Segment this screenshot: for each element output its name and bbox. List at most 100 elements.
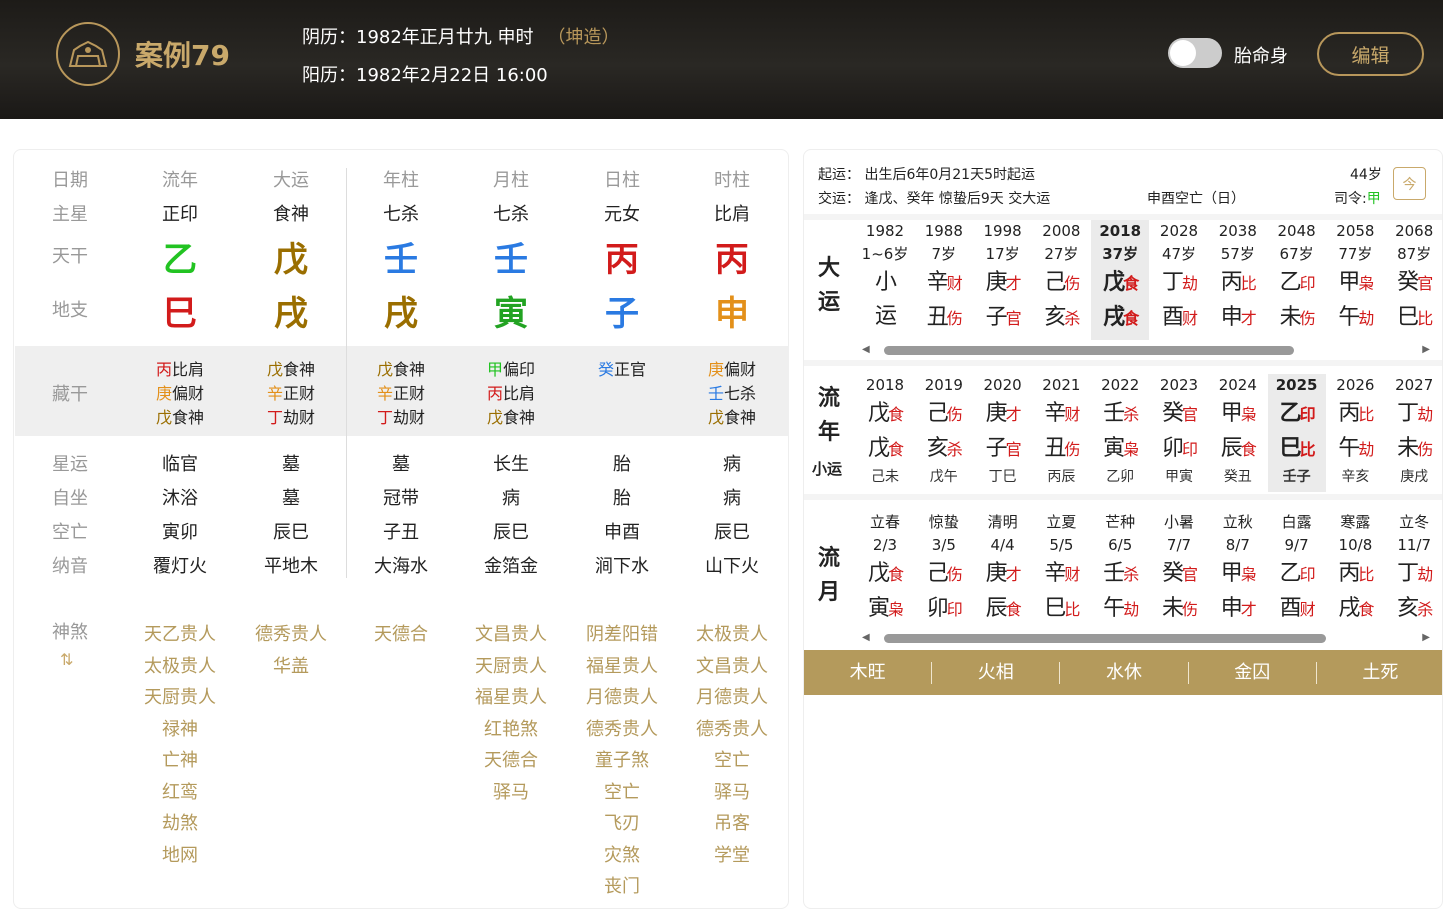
xingyun: 长生: [493, 454, 529, 475]
xiaoyun-value: 乙卯: [1106, 469, 1135, 485]
dayun-stem: 小: [856, 266, 914, 300]
dayun-year: 2038: [1218, 222, 1257, 240]
calendar-icon[interactable]: 今: [1393, 167, 1426, 200]
pillar-title: 流年: [162, 170, 198, 191]
gender-tag: （坤造）: [547, 27, 620, 48]
dayun-stem: 辛财: [915, 266, 973, 301]
liunian-column[interactable]: 2026 丙比 午劫 辛亥: [1326, 374, 1384, 492]
dayun-year: 1982: [865, 222, 905, 240]
shensha-item: 太极贵人: [696, 624, 768, 645]
dayun-branch-god: 才: [1240, 309, 1257, 328]
hidden-stem: 丁劫财: [267, 404, 315, 428]
liunian-column[interactable]: 2021 辛财 丑伤 丙辰: [1032, 374, 1090, 492]
scroll-right-icon[interactable]: ▶: [1422, 344, 1430, 355]
dayun-scrollbar[interactable]: ◀ ▶: [862, 344, 1430, 356]
scroll-thumb[interactable]: [884, 634, 1326, 643]
row-label: 地支: [52, 300, 88, 321]
dayun-column[interactable]: 2058 77岁 甲枭 午劫: [1326, 220, 1384, 340]
dayun-column[interactable]: 2018 37岁 戊食 戌食: [1091, 220, 1150, 340]
liuyue-column[interactable]: 小暑 7/7 癸官 未伤: [1150, 511, 1208, 631]
siling-label: 司令:: [1334, 191, 1367, 207]
hidden-stem-char: 丁: [266, 408, 283, 427]
earthly-branch: 戌: [274, 294, 308, 334]
liuyue-branch-god: 枭: [888, 600, 904, 619]
liuyue-stem-god: 财: [1064, 565, 1080, 584]
hidden-stem-god: 劫财: [393, 408, 426, 427]
liunian-year: 2022: [1101, 376, 1140, 394]
dayun-branch-char: 亥: [1044, 305, 1066, 330]
row-label: 天干: [52, 246, 88, 267]
hidden-stem: 癸正官: [598, 356, 646, 380]
dayun-branch: 运: [856, 300, 914, 334]
liunian-stem-god: 比: [1358, 405, 1374, 424]
dayun-year: 2048: [1277, 222, 1316, 240]
liuyue-column[interactable]: 立夏 5/5 辛财 巳比: [1032, 511, 1090, 631]
dayun-branch-char: 巳: [1397, 305, 1419, 330]
edit-button[interactable]: 编辑: [1317, 32, 1424, 76]
liuyue-column[interactable]: 寒露 10/8 丙比 戌食: [1326, 511, 1384, 631]
liunian-label-char: 年: [818, 420, 841, 445]
liunian-branch-char: 丑: [1044, 436, 1066, 461]
liunian-column[interactable]: 2022 壬杀 寅枭 乙卯: [1091, 374, 1149, 492]
dayun-column[interactable]: 2068 87岁 癸官 巳比: [1385, 220, 1442, 340]
scroll-right-icon[interactable]: ▶: [1422, 632, 1430, 643]
shensha-item: 德秀贵人: [696, 718, 768, 740]
liuyue-stem-god: 枭: [1240, 565, 1257, 584]
liunian-year: 2020: [983, 376, 1022, 394]
liunian-column[interactable]: 2024 甲枭 辰食 癸丑: [1209, 374, 1267, 492]
liunian-column[interactable]: 2020 庚才 子官 丁巳: [974, 374, 1032, 492]
liuyue-column[interactable]: 白露 9/7 乙印 酉财: [1268, 511, 1326, 631]
liunian-column[interactable]: 2023 癸官 卯印 甲寅: [1150, 374, 1208, 492]
shensha-item: 红鸾: [162, 781, 198, 803]
dayun-stem-char: 丁: [1161, 270, 1184, 295]
liunian-column[interactable]: 2019 己伤 亥杀 戊午: [915, 374, 973, 492]
dayun-column[interactable]: 2038 57岁 丙比 申才: [1209, 220, 1267, 340]
liuyue-stem-god: 官: [1182, 565, 1198, 584]
pillar-title: 月柱: [493, 170, 529, 191]
scroll-left-icon[interactable]: ◀: [862, 344, 870, 355]
solar-term: 立秋: [1222, 513, 1253, 531]
shensha-item: 飞刃: [604, 813, 640, 834]
liunian-stem-god: 枭: [1240, 405, 1257, 424]
solar-term: 白露: [1281, 513, 1312, 531]
liunian-stem: 戊食: [856, 397, 914, 432]
dayun-branch-char: 午: [1338, 305, 1360, 330]
scroll-left-icon[interactable]: ◀: [862, 632, 870, 643]
liunian-column[interactable]: 2018 戊食 戊食 己未: [856, 374, 914, 492]
liunian-stem: 乙印: [1268, 397, 1326, 432]
dayun-branch-char: 丑: [926, 305, 949, 330]
term-date: 4/4: [990, 536, 1015, 554]
taimingshen-toggle[interactable]: [1168, 38, 1222, 68]
shensha-item: 天厨贵人: [144, 687, 216, 708]
liuyue-column[interactable]: 立秋 8/7 甲枭 申才: [1209, 511, 1267, 631]
liunian-column[interactable]: 2025 乙印 巳比 壬子: [1267, 374, 1326, 492]
swap-arrows-icon[interactable]: ⇅: [60, 650, 73, 669]
liuyue-column[interactable]: 惊蛰 3/5 己伤 卯印: [915, 511, 973, 631]
dayun-column[interactable]: 2028 47岁 丁劫 酉财: [1150, 220, 1208, 340]
liuyue-branch: 午劫: [1091, 592, 1149, 627]
dayun-stem: 癸官: [1385, 266, 1442, 301]
liuyue-scrollbar[interactable]: ◀ ▶: [862, 632, 1430, 644]
dayun-column[interactable]: 1998 17岁 庚才 子官: [974, 220, 1032, 340]
liuyue-stem-char: 己: [926, 561, 949, 586]
liuyue-column[interactable]: 清明 4/4 庚才 辰食: [974, 511, 1032, 631]
liuyue-branch-god: 伤: [1182, 600, 1198, 619]
liuyue-branch: 戌食: [1326, 592, 1384, 627]
dayun-column[interactable]: 2008 27岁 己伤 亥杀: [1032, 220, 1090, 340]
lunar-date: 阴历：1982年正月廿九 申时 （坤造）: [302, 23, 620, 49]
dayun-column[interactable]: 1982 1~6岁小运: [856, 220, 914, 340]
dayun-column[interactable]: 1988 7岁 辛财 丑伤: [915, 220, 973, 340]
liuyue-column[interactable]: 立春 2/3 戊食 寅枭: [856, 511, 914, 631]
dayun-column[interactable]: 2048 67岁 乙印 未伤: [1268, 220, 1326, 340]
liunian-column[interactable]: 2027 丁劫 未伤 庚戌: [1385, 374, 1442, 492]
dayun-stem-char: 甲: [1338, 270, 1360, 295]
liuyue-column[interactable]: 芒种 6/5 壬杀 午劫: [1091, 511, 1149, 631]
scroll-thumb[interactable]: [884, 346, 1294, 355]
dayun-stem: 己伤: [1032, 266, 1090, 301]
main-star: 正印: [162, 204, 198, 225]
heavenly-stem: 丙: [605, 240, 639, 280]
hidden-stem-god: 偏财: [172, 384, 205, 403]
liuyue-column[interactable]: 立冬 11/7 丁劫 亥杀: [1385, 511, 1442, 631]
shensha-item: 劫煞: [162, 813, 198, 834]
liunian-year: 2023: [1159, 376, 1199, 394]
